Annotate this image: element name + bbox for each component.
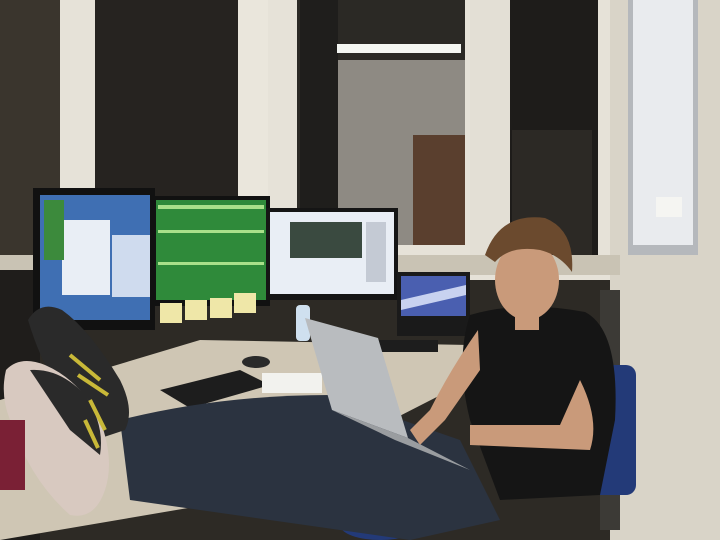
light-switch: [656, 197, 682, 217]
monitor-center: [152, 196, 270, 306]
paper: [262, 373, 322, 393]
monitor-right: [266, 208, 398, 300]
ceiling-light-icon: [337, 44, 461, 53]
laptop-back: [397, 272, 470, 336]
photo-scene: [0, 0, 720, 540]
keyboard-back: [378, 340, 438, 352]
office-photo: [0, 0, 720, 540]
neck: [515, 312, 539, 330]
mouse-icon: [242, 356, 270, 368]
binder: [0, 420, 25, 490]
